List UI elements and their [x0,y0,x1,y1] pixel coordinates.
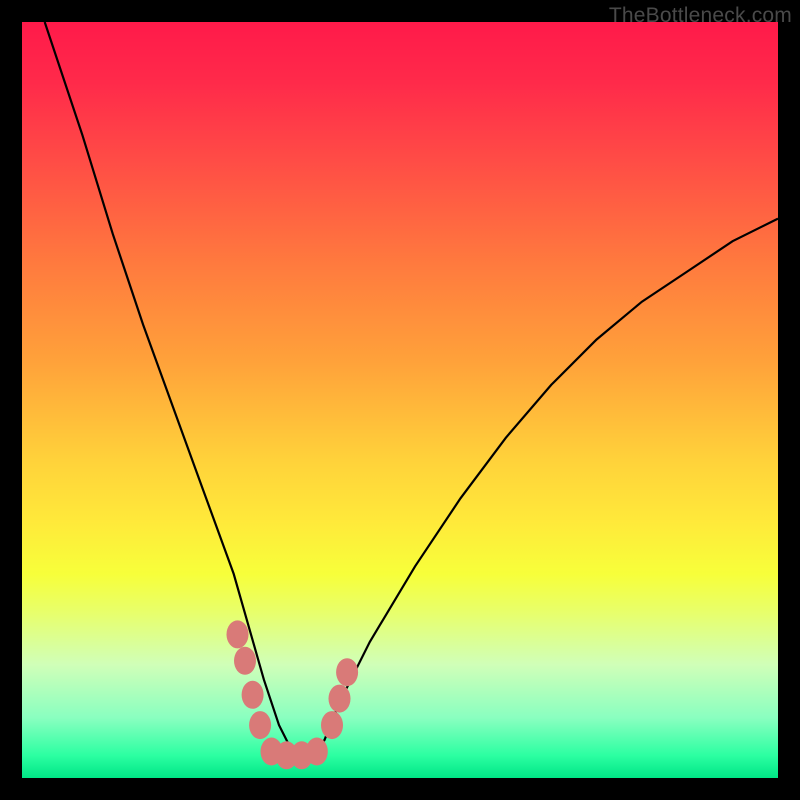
marker-dot [234,647,256,675]
chart-frame [22,22,778,778]
curve-markers [22,22,778,778]
marker-dot [249,711,271,739]
watermark-text: TheBottleneck.com [609,4,792,28]
marker-dot [306,738,328,766]
marker-dot [329,685,351,713]
marker-dot [227,620,249,648]
marker-dot [336,658,358,686]
marker-dot [321,711,343,739]
marker-dot [242,681,264,709]
